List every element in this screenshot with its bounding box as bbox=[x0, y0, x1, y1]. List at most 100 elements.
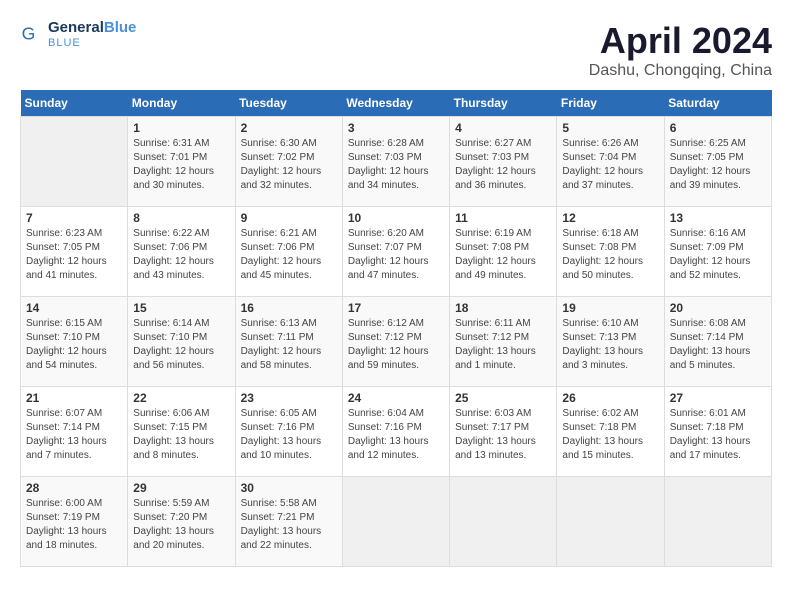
page-header: G GeneralBlue BLUE April 2024 Dashu, Cho… bbox=[20, 20, 772, 80]
day-number: 10 bbox=[348, 211, 444, 225]
header-saturday: Saturday bbox=[664, 90, 771, 117]
calendar-cell: 8 Sunrise: 6:22 AM Sunset: 7:06 PM Daylig… bbox=[128, 207, 235, 297]
day-number: 20 bbox=[670, 301, 766, 315]
day-number: 29 bbox=[133, 481, 229, 495]
day-number: 30 bbox=[241, 481, 337, 495]
cell-details: Sunrise: 6:27 AM Sunset: 7:03 PM Dayligh… bbox=[455, 137, 551, 193]
calendar-cell: 1 Sunrise: 6:31 AM Sunset: 7:01 PM Daylig… bbox=[128, 117, 235, 207]
calendar-cell bbox=[342, 477, 449, 567]
day-number: 19 bbox=[562, 301, 658, 315]
day-number: 17 bbox=[348, 301, 444, 315]
cell-details: Sunrise: 6:10 AM Sunset: 7:13 PM Dayligh… bbox=[562, 317, 658, 373]
cell-details: Sunrise: 6:01 AM Sunset: 7:18 PM Dayligh… bbox=[670, 407, 766, 463]
cell-details: Sunrise: 6:22 AM Sunset: 7:06 PM Dayligh… bbox=[133, 227, 229, 283]
calendar-cell: 9 Sunrise: 6:21 AM Sunset: 7:06 PM Daylig… bbox=[235, 207, 342, 297]
calendar-cell: 3Sunrise: 6:28 AM Sunset: 7:03 PM Daylig… bbox=[342, 117, 449, 207]
cell-details: Sunrise: 6:16 AM Sunset: 7:09 PM Dayligh… bbox=[670, 227, 766, 283]
header-row: SundayMondayTuesdayWednesdayThursdayFrid… bbox=[21, 90, 772, 117]
day-number: 24 bbox=[348, 391, 444, 405]
calendar-cell: 7 Sunrise: 6:23 AM Sunset: 7:05 PM Daylig… bbox=[21, 207, 128, 297]
location: Dashu, Chongqing, China bbox=[589, 62, 772, 80]
cell-details: Sunrise: 6:31 AM Sunset: 7:01 PM Dayligh… bbox=[133, 137, 229, 193]
day-number: 13 bbox=[670, 211, 766, 225]
calendar-cell: 22 Sunrise: 6:06 AM Sunset: 7:15 PM Dayli… bbox=[128, 387, 235, 477]
calendar-cell: 21Sunrise: 6:07 AM Sunset: 7:14 PM Dayli… bbox=[21, 387, 128, 477]
cell-details: Sunrise: 6:03 AM Sunset: 7:17 PM Dayligh… bbox=[455, 407, 551, 463]
calendar-cell: 30 Sunrise: 5:58 AM Sunset: 7:21 PM Dayli… bbox=[235, 477, 342, 567]
day-number: 1 bbox=[133, 121, 229, 135]
day-number: 9 bbox=[241, 211, 337, 225]
header-wednesday: Wednesday bbox=[342, 90, 449, 117]
calendar-cell bbox=[450, 477, 557, 567]
cell-details: Sunrise: 6:18 AM Sunset: 7:08 PM Dayligh… bbox=[562, 227, 658, 283]
logo-icon: G bbox=[20, 22, 44, 46]
calendar-cell: 6 Sunrise: 6:25 AM Sunset: 7:05 PM Daylig… bbox=[664, 117, 771, 207]
day-number: 26 bbox=[562, 391, 658, 405]
week-row-4: 21Sunrise: 6:07 AM Sunset: 7:14 PM Dayli… bbox=[21, 387, 772, 477]
cell-details: Sunrise: 6:11 AM Sunset: 7:12 PM Dayligh… bbox=[455, 317, 551, 373]
calendar-cell: 18 Sunrise: 6:11 AM Sunset: 7:12 PM Dayli… bbox=[450, 297, 557, 387]
calendar-cell: 14Sunrise: 6:15 AM Sunset: 7:10 PM Dayli… bbox=[21, 297, 128, 387]
cell-details: Sunrise: 6:05 AM Sunset: 7:16 PM Dayligh… bbox=[241, 407, 337, 463]
calendar-cell: 19 Sunrise: 6:10 AM Sunset: 7:13 PM Dayli… bbox=[557, 297, 664, 387]
header-sunday: Sunday bbox=[21, 90, 128, 117]
calendar-cell: 5 Sunrise: 6:26 AM Sunset: 7:04 PM Daylig… bbox=[557, 117, 664, 207]
day-number: 22 bbox=[133, 391, 229, 405]
cell-details: Sunrise: 6:30 AM Sunset: 7:02 PM Dayligh… bbox=[241, 137, 337, 193]
calendar-cell: 23 Sunrise: 6:05 AM Sunset: 7:16 PM Dayli… bbox=[235, 387, 342, 477]
svg-text:G: G bbox=[22, 24, 36, 44]
cell-details: Sunrise: 5:58 AM Sunset: 7:21 PM Dayligh… bbox=[241, 497, 337, 553]
calendar-cell bbox=[557, 477, 664, 567]
calendar-cell: 25 Sunrise: 6:03 AM Sunset: 7:17 PM Dayli… bbox=[450, 387, 557, 477]
title-block: April 2024 Dashu, Chongqing, China bbox=[589, 20, 772, 80]
logo-tagline: BLUE bbox=[48, 37, 136, 49]
cell-details: Sunrise: 6:06 AM Sunset: 7:15 PM Dayligh… bbox=[133, 407, 229, 463]
day-number: 7 bbox=[26, 211, 122, 225]
calendar-table: SundayMondayTuesdayWednesdayThursdayFrid… bbox=[20, 90, 772, 567]
calendar-cell: 20 Sunrise: 6:08 AM Sunset: 7:14 PM Dayli… bbox=[664, 297, 771, 387]
calendar-cell bbox=[664, 477, 771, 567]
calendar-cell: 13 Sunrise: 6:16 AM Sunset: 7:09 PM Dayli… bbox=[664, 207, 771, 297]
calendar-cell: 12 Sunrise: 6:18 AM Sunset: 7:08 PM Dayli… bbox=[557, 207, 664, 297]
calendar-cell: 27Sunrise: 6:01 AM Sunset: 7:18 PM Dayli… bbox=[664, 387, 771, 477]
week-row-1: 1 Sunrise: 6:31 AM Sunset: 7:01 PM Daylig… bbox=[21, 117, 772, 207]
cell-details: Sunrise: 6:25 AM Sunset: 7:05 PM Dayligh… bbox=[670, 137, 766, 193]
week-row-3: 14Sunrise: 6:15 AM Sunset: 7:10 PM Dayli… bbox=[21, 297, 772, 387]
logo-blue: Blue bbox=[104, 19, 137, 36]
cell-details: Sunrise: 6:02 AM Sunset: 7:18 PM Dayligh… bbox=[562, 407, 658, 463]
cell-details: Sunrise: 6:04 AM Sunset: 7:16 PM Dayligh… bbox=[348, 407, 444, 463]
day-number: 4 bbox=[455, 121, 551, 135]
day-number: 6 bbox=[670, 121, 766, 135]
day-number: 25 bbox=[455, 391, 551, 405]
day-number: 3 bbox=[348, 121, 444, 135]
day-number: 14 bbox=[26, 301, 122, 315]
calendar-cell: 4 Sunrise: 6:27 AM Sunset: 7:03 PM Daylig… bbox=[450, 117, 557, 207]
calendar-cell bbox=[21, 117, 128, 207]
header-friday: Friday bbox=[557, 90, 664, 117]
day-number: 12 bbox=[562, 211, 658, 225]
day-number: 11 bbox=[455, 211, 551, 225]
cell-details: Sunrise: 6:08 AM Sunset: 7:14 PM Dayligh… bbox=[670, 317, 766, 373]
header-thursday: Thursday bbox=[450, 90, 557, 117]
cell-details: Sunrise: 5:59 AM Sunset: 7:20 PM Dayligh… bbox=[133, 497, 229, 553]
cell-details: Sunrise: 6:26 AM Sunset: 7:04 PM Dayligh… bbox=[562, 137, 658, 193]
cell-details: Sunrise: 6:07 AM Sunset: 7:14 PM Dayligh… bbox=[26, 407, 122, 463]
cell-details: Sunrise: 6:20 AM Sunset: 7:07 PM Dayligh… bbox=[348, 227, 444, 283]
calendar-cell: 2Sunrise: 6:30 AM Sunset: 7:02 PM Daylig… bbox=[235, 117, 342, 207]
logo: G GeneralBlue BLUE bbox=[20, 20, 136, 49]
calendar-cell: 10 Sunrise: 6:20 AM Sunset: 7:07 PM Dayli… bbox=[342, 207, 449, 297]
day-number: 28 bbox=[26, 481, 122, 495]
cell-details: Sunrise: 6:00 AM Sunset: 7:19 PM Dayligh… bbox=[26, 497, 122, 553]
cell-details: Sunrise: 6:14 AM Sunset: 7:10 PM Dayligh… bbox=[133, 317, 229, 373]
day-number: 18 bbox=[455, 301, 551, 315]
header-monday: Monday bbox=[128, 90, 235, 117]
day-number: 5 bbox=[562, 121, 658, 135]
day-number: 8 bbox=[133, 211, 229, 225]
calendar-cell: 24 Sunrise: 6:04 AM Sunset: 7:16 PM Dayli… bbox=[342, 387, 449, 477]
cell-details: Sunrise: 6:23 AM Sunset: 7:05 PM Dayligh… bbox=[26, 227, 122, 283]
calendar-cell: 29 Sunrise: 5:59 AM Sunset: 7:20 PM Dayli… bbox=[128, 477, 235, 567]
cell-details: Sunrise: 6:21 AM Sunset: 7:06 PM Dayligh… bbox=[241, 227, 337, 283]
week-row-5: 28 Sunrise: 6:00 AM Sunset: 7:19 PM Dayli… bbox=[21, 477, 772, 567]
day-number: 23 bbox=[241, 391, 337, 405]
calendar-cell: 26 Sunrise: 6:02 AM Sunset: 7:18 PM Dayli… bbox=[557, 387, 664, 477]
